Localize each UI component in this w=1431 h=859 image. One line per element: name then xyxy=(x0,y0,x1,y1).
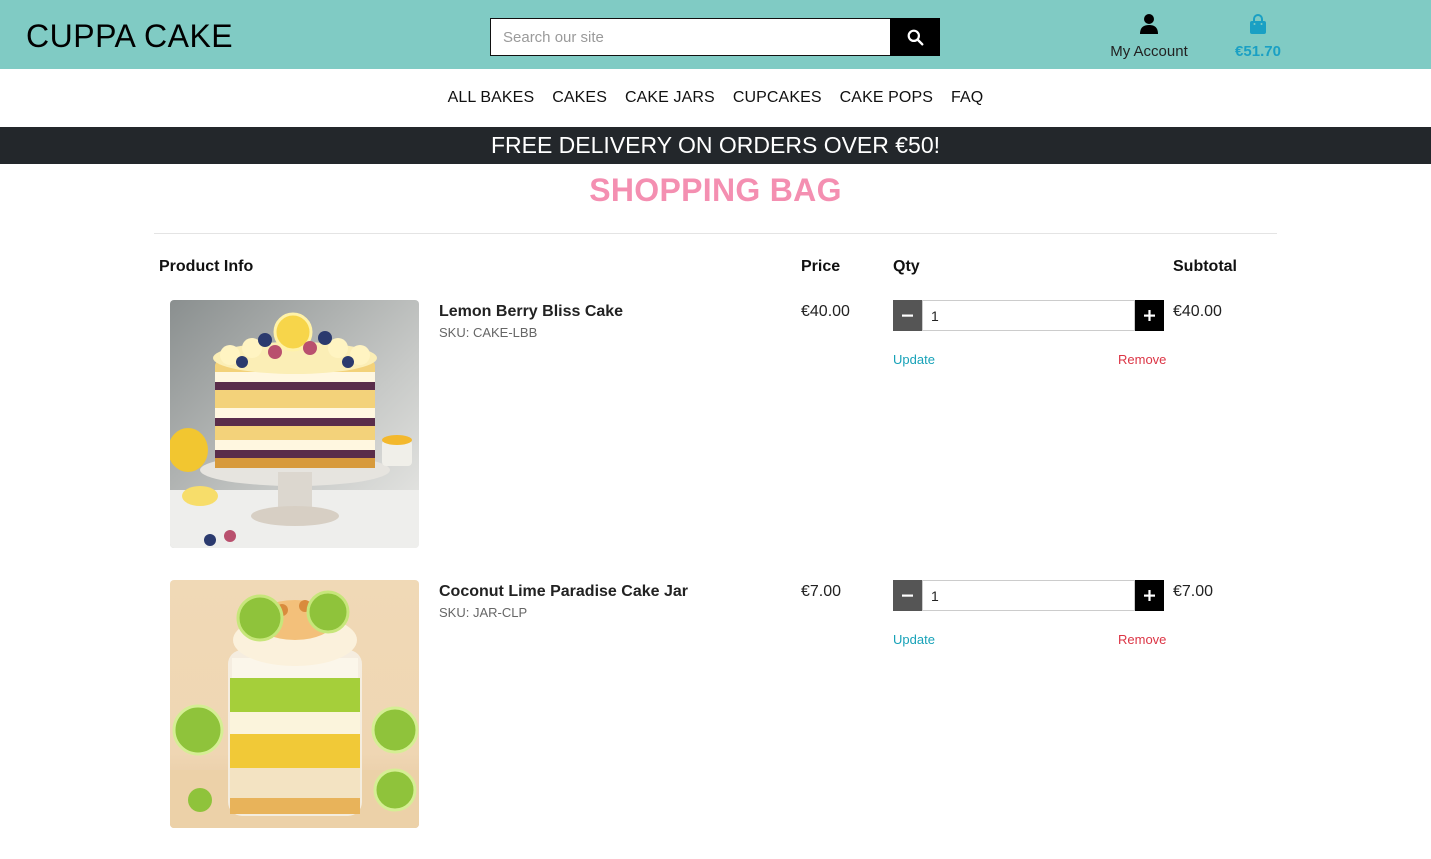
nav-item-cakes[interactable]: CAKES xyxy=(552,89,607,107)
product-name[interactable]: Coconut Lime Paradise Cake Jar xyxy=(439,583,688,601)
plus-icon xyxy=(1144,310,1155,321)
quantity-input[interactable] xyxy=(922,300,1135,331)
increment-button[interactable] xyxy=(1135,580,1164,611)
decrement-button[interactable] xyxy=(893,300,922,331)
title-divider xyxy=(154,233,1277,234)
quantity-stepper xyxy=(893,300,1164,331)
quantity-input[interactable] xyxy=(922,580,1135,611)
row-subtotal: €40.00 xyxy=(1173,303,1222,320)
shopping-bag-icon xyxy=(1250,14,1266,34)
increment-button[interactable] xyxy=(1135,300,1164,331)
shopping-bag-link[interactable]: €51.70 xyxy=(1226,14,1290,60)
my-account-label: My Account xyxy=(1110,43,1188,60)
search-input[interactable] xyxy=(490,18,890,56)
product-price: €40.00 xyxy=(801,303,850,320)
my-account-link[interactable]: My Account xyxy=(1100,14,1198,60)
nav-item-all-bakes[interactable]: ALL BAKES xyxy=(448,89,535,107)
search-form xyxy=(490,18,940,56)
header-subtotal: Subtotal xyxy=(1173,258,1237,275)
row-subtotal: €7.00 xyxy=(1173,583,1214,600)
nav-item-faq[interactable]: FAQ xyxy=(951,89,983,107)
user-icon xyxy=(1140,14,1158,34)
site-logo[interactable]: CUPPA CAKE xyxy=(26,18,233,55)
header-price: Price xyxy=(801,258,841,275)
decrement-button[interactable] xyxy=(893,580,922,611)
remove-link[interactable]: Remove xyxy=(1118,352,1166,367)
main-nav: ALL BAKES CAKES CAKE JARS CUPCAKES CAKE … xyxy=(0,69,1431,127)
search-button[interactable] xyxy=(890,18,940,56)
header-product-info: Product Info xyxy=(159,258,254,275)
page-title: SHOPPING BAG xyxy=(589,172,842,208)
minus-icon xyxy=(902,594,913,597)
plus-icon xyxy=(1144,590,1155,601)
product-sku: SKU: JAR-CLP xyxy=(439,605,528,620)
product-price: €7.00 xyxy=(801,583,842,600)
product-name[interactable]: Lemon Berry Bliss Cake xyxy=(439,303,623,321)
nav-item-cake-pops[interactable]: CAKE POPS xyxy=(840,89,933,107)
minus-icon xyxy=(902,314,913,317)
quantity-stepper xyxy=(893,580,1164,611)
search-icon xyxy=(907,29,923,45)
header-qty: Qty xyxy=(893,258,920,275)
site-header: CUPPA CAKE My Account €51.70 xyxy=(0,0,1431,69)
update-link[interactable]: Update xyxy=(893,352,935,367)
nav-item-cupcakes[interactable]: CUPCAKES xyxy=(733,89,822,107)
product-sku: SKU: CAKE-LBB xyxy=(439,325,538,340)
bag-total: €51.70 xyxy=(1235,43,1281,60)
update-link[interactable]: Update xyxy=(893,632,935,647)
nav-item-cake-jars[interactable]: CAKE JARS xyxy=(625,89,715,107)
product-image xyxy=(170,300,419,548)
remove-link[interactable]: Remove xyxy=(1118,632,1166,647)
delivery-banner: FREE DELIVERY ON ORDERS OVER €50! xyxy=(0,127,1431,164)
product-image xyxy=(170,580,419,828)
